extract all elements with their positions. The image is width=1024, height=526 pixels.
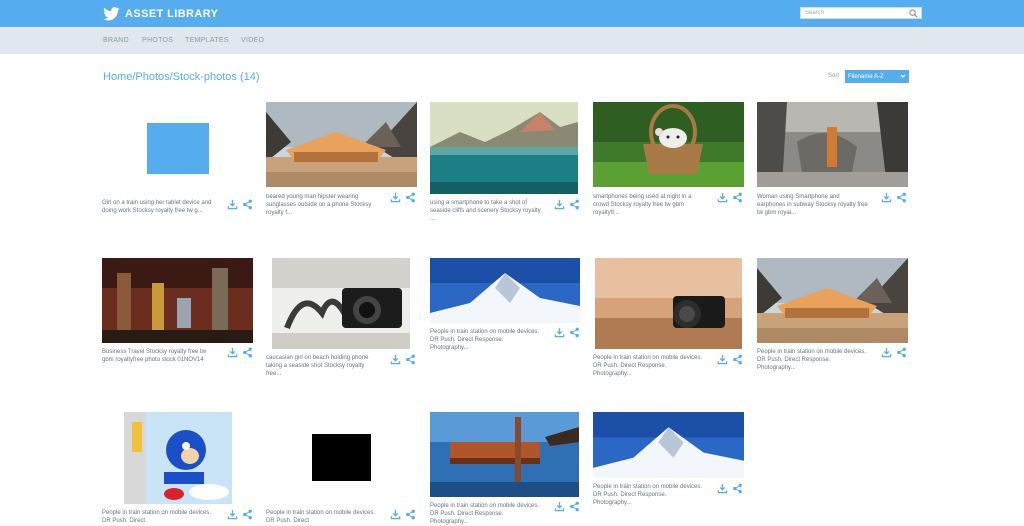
asset-caption: caucasian girl on beach holding phone ta…	[266, 355, 369, 377]
asset-caption: People in train station on mobile device…	[266, 510, 376, 524]
asset-caption: People in train station on mobile device…	[430, 503, 540, 525]
download-icon[interactable]	[881, 192, 892, 203]
twitter-bird-icon	[103, 6, 120, 20]
share-icon[interactable]	[732, 354, 743, 365]
download-icon[interactable]	[554, 199, 565, 210]
download-icon[interactable]	[227, 347, 238, 358]
share-icon[interactable]	[569, 327, 580, 338]
share-icon[interactable]	[242, 347, 253, 358]
brand[interactable]: ASSET LIBRARY	[103, 6, 219, 21]
camera-sand-image[interactable]	[595, 258, 742, 349]
download-icon[interactable]	[390, 509, 401, 520]
asset-card[interactable]: People in train station on mobile device…	[102, 412, 254, 525]
asset-card[interactable]: People in train station on mobile device…	[430, 258, 582, 383]
download-icon[interactable]	[227, 509, 238, 520]
desert-tent-image[interactable]	[757, 258, 908, 343]
top-bar: ASSET LIBRARY	[0, 0, 1024, 27]
app-title: ASSET LIBRARY	[125, 7, 219, 20]
space-station-image[interactable]	[430, 412, 579, 497]
sort-label: Sort	[828, 73, 840, 79]
asset-card[interactable]: People in train station on mobile device…	[757, 258, 909, 383]
asset-card[interactable]: People in train station on mobile device…	[593, 412, 745, 525]
asset-caption: People in train station on mobile device…	[593, 355, 703, 377]
asset-caption: Business Travel Stocksy royalty free tw …	[102, 349, 207, 363]
download-icon[interactable]	[554, 501, 565, 512]
download-icon[interactable]	[717, 354, 728, 365]
asset-caption: People in train station on mobile device…	[430, 329, 540, 351]
share-icon[interactable]	[405, 509, 416, 520]
search-input[interactable]	[801, 8, 905, 18]
asset-card[interactable]: smartphones being used at night in a cro…	[593, 102, 745, 227]
share-icon[interactable]	[569, 199, 580, 210]
asset-caption: beared young man hipster wearing sunglas…	[266, 194, 372, 216]
asset-caption: People in train station on mobile device…	[757, 349, 867, 371]
asset-card[interactable]: Woman using Smartphone and earphones in …	[757, 102, 909, 227]
asset-card[interactable]: People in train station on mobile device…	[430, 412, 582, 525]
nav-templates[interactable]: TEMPLATES	[185, 37, 229, 44]
download-icon[interactable]	[554, 327, 565, 338]
robots-scene-image[interactable]	[102, 258, 253, 343]
download-icon[interactable]	[717, 192, 728, 203]
share-icon[interactable]	[242, 509, 253, 520]
asset-card[interactable]: Girl on a train using her tablet device …	[102, 102, 254, 227]
share-icon[interactable]	[732, 483, 743, 494]
lake-mountains-image[interactable]	[430, 102, 578, 194]
asset-card[interactable]: People in train station on mobile device…	[266, 412, 418, 525]
share-icon[interactable]	[242, 199, 253, 210]
sonic-image[interactable]	[124, 412, 232, 504]
share-icon[interactable]	[896, 192, 907, 203]
search-icon[interactable]	[909, 9, 918, 18]
black-square-icon[interactable]	[312, 434, 371, 481]
asset-card[interactable]: beared young man hipster wearing sunglas…	[266, 102, 418, 227]
camera-film-image[interactable]	[272, 258, 410, 349]
chevron-down-icon	[900, 74, 906, 78]
blue-square-icon[interactable]	[147, 123, 209, 174]
share-icon[interactable]	[896, 347, 907, 358]
asset-card[interactable]: People in train station on mobile device…	[593, 258, 745, 383]
download-icon[interactable]	[717, 483, 728, 494]
snow-mountain-image[interactable]	[430, 258, 580, 323]
asset-caption: Woman using Smartphone and earphones in …	[757, 194, 868, 216]
asset-card[interactable]: using a smartphone to take a shot of sea…	[430, 102, 582, 227]
download-icon[interactable]	[227, 199, 238, 210]
asset-card[interactable]: caucasian girl on beach holding phone ta…	[266, 258, 418, 383]
asset-caption: smartphones being used at night in a cro…	[593, 194, 692, 216]
asset-caption: People in train station on mobile device…	[102, 510, 212, 524]
asset-caption: Girl on a train using her tablet device …	[102, 200, 212, 214]
sort-dropdown[interactable]: Filename A-Z	[845, 70, 909, 83]
sort-value: Filename A-Z	[848, 73, 884, 80]
asset-caption: using a smartphone to take a shot of sea…	[430, 200, 541, 222]
share-icon[interactable]	[405, 354, 416, 365]
nav-brand[interactable]: BRAND	[103, 37, 129, 44]
nav-photos[interactable]: PHOTOS	[142, 37, 173, 44]
share-icon[interactable]	[405, 192, 416, 203]
asset-caption: People in train station on mobile device…	[593, 484, 703, 506]
nav-video[interactable]: VIDEO	[241, 37, 264, 44]
puppy-basket-image[interactable]	[593, 102, 744, 187]
share-icon[interactable]	[732, 192, 743, 203]
snow-mountain-image[interactable]	[593, 412, 744, 478]
search-box[interactable]	[800, 7, 922, 19]
desert-tent-image[interactable]	[266, 102, 417, 187]
asset-card[interactable]: Business Travel Stocksy royalty free tw …	[102, 258, 254, 383]
nav-bar: BRAND PHOTOS TEMPLATES VIDEO	[0, 27, 1024, 54]
share-icon[interactable]	[569, 501, 580, 512]
scifi-robot-image[interactable]	[757, 102, 908, 187]
download-icon[interactable]	[390, 354, 401, 365]
breadcrumb[interactable]: Home/Photos/Stock-photos (14)	[103, 71, 260, 83]
download-icon[interactable]	[390, 192, 401, 203]
download-icon[interactable]	[881, 347, 892, 358]
